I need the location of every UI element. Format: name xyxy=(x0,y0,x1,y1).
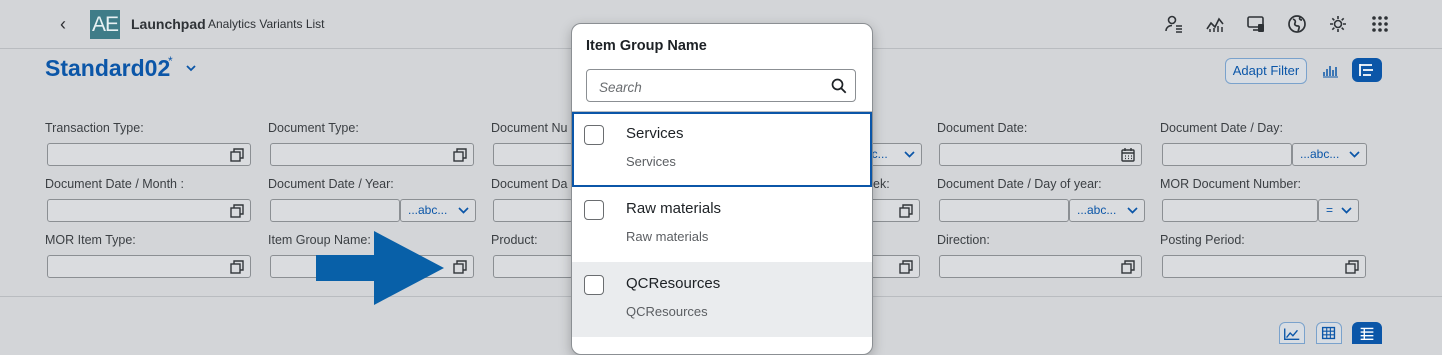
app-grid-icon[interactable] xyxy=(1370,14,1390,34)
document-date-partial-label: Document Da xyxy=(491,177,568,191)
product-label: Product: xyxy=(491,233,538,247)
chevron-down-icon xyxy=(1341,207,1352,214)
chevron-down-icon xyxy=(904,151,915,158)
adapt-filter-button[interactable]: Adapt Filter xyxy=(1225,58,1307,84)
checkbox[interactable] xyxy=(584,275,604,295)
variant-modified-marker: * xyxy=(168,54,173,68)
checkbox[interactable] xyxy=(584,200,604,220)
document-date-month-label: Document Date / Month : xyxy=(45,177,184,191)
list-item-title: QCResources xyxy=(626,275,721,292)
globe-icon[interactable] xyxy=(1287,14,1307,34)
value-help-icon[interactable] xyxy=(230,260,244,274)
item-group-name-popover: Item Group Name Services Services Raw ma… xyxy=(571,23,873,355)
document-date-year-input[interactable] xyxy=(270,199,400,222)
chart-view-icon[interactable] xyxy=(1279,322,1305,344)
chevron-down-icon xyxy=(1349,151,1360,158)
week-partial-label: ek: xyxy=(873,177,890,191)
chevron-down-icon[interactable] xyxy=(184,61,198,75)
list-item[interactable]: QCResources QCResources xyxy=(572,262,872,337)
value-help-icon[interactable] xyxy=(230,148,244,162)
document-date-day-of-year-input[interactable] xyxy=(939,199,1069,222)
user-settings-icon[interactable] xyxy=(1164,14,1184,34)
value-help-icon[interactable] xyxy=(453,260,467,274)
list-item-description: Raw materials xyxy=(626,229,709,244)
checkbox[interactable] xyxy=(584,125,604,145)
mor-document-number-input[interactable] xyxy=(1162,199,1318,222)
mor-item-type-input[interactable] xyxy=(47,255,251,278)
list-item[interactable]: Raw materials Raw materials xyxy=(572,187,872,262)
value-help-icon[interactable] xyxy=(899,204,913,218)
document-number-input[interactable] xyxy=(493,143,573,166)
operator-label: ...abc... xyxy=(408,203,448,217)
table-view-icon[interactable] xyxy=(1316,322,1342,344)
value-help-icon[interactable] xyxy=(453,148,467,162)
direction-label: Direction: xyxy=(937,233,990,247)
app-logo[interactable]: AE xyxy=(90,10,120,39)
operator-select[interactable]: ...abc... xyxy=(1292,143,1367,166)
list-item-title: Raw materials xyxy=(626,200,722,217)
operator-select[interactable]: ...abc... xyxy=(1069,199,1145,222)
value-help-icon[interactable] xyxy=(230,204,244,218)
document-date-day-of-year-label: Document Date / Day of year: xyxy=(937,177,1102,191)
search-input[interactable] xyxy=(597,76,821,98)
document-number-label: Document Nu xyxy=(491,121,568,135)
visual-filter-icon[interactable] xyxy=(1316,58,1344,82)
operator-label: ...abc... xyxy=(1077,203,1117,217)
product-input[interactable] xyxy=(493,255,573,278)
document-date-input[interactable] xyxy=(939,143,1142,166)
operator-select[interactable]: ...abc... xyxy=(400,199,476,222)
posting-period-input[interactable] xyxy=(1162,255,1366,278)
popover-title: Item Group Name xyxy=(586,38,707,54)
chevron-down-icon xyxy=(1127,207,1138,214)
list-item-description: Services xyxy=(626,154,676,169)
transaction-type-label: Transaction Type: xyxy=(45,121,144,135)
list-item-title: Services xyxy=(626,125,684,142)
search-icon[interactable] xyxy=(831,78,847,94)
document-date-day-input[interactable] xyxy=(1162,143,1292,166)
direction-input[interactable] xyxy=(939,255,1142,278)
chart-table-view-icon[interactable] xyxy=(1352,322,1382,344)
app-subtitle: Analytics Variants List xyxy=(208,17,325,31)
mor-item-type-label: MOR Item Type: xyxy=(45,233,136,247)
transaction-type-input[interactable] xyxy=(47,143,251,166)
document-date-label: Document Date: xyxy=(937,121,1028,135)
operator-label: = xyxy=(1326,203,1334,217)
app-title[interactable]: Launchpad xyxy=(131,16,206,32)
back-button[interactable]: ‹ xyxy=(52,12,74,36)
operator-label: ...abc... xyxy=(1300,147,1340,161)
value-help-icon[interactable] xyxy=(1345,260,1359,274)
document-date-month-input[interactable] xyxy=(47,199,251,222)
variant-title[interactable]: Standard02 xyxy=(45,55,170,82)
analytics-icon[interactable] xyxy=(1205,14,1225,34)
posting-period-label: Posting Period: xyxy=(1160,233,1245,247)
theme-icon[interactable] xyxy=(1328,14,1348,34)
document-date-partial-input[interactable] xyxy=(493,199,573,222)
pointer-arrow xyxy=(316,231,444,305)
list-item-description: QCResources xyxy=(626,304,708,319)
chevron-down-icon xyxy=(458,207,469,214)
document-type-input[interactable] xyxy=(270,143,474,166)
calendar-icon[interactable] xyxy=(1121,148,1135,162)
screen-share-icon[interactable] xyxy=(1246,14,1266,34)
value-help-icon[interactable] xyxy=(1121,260,1135,274)
value-help-icon[interactable] xyxy=(899,260,913,274)
search-field[interactable] xyxy=(586,69,856,102)
operator-select[interactable]: = xyxy=(1318,199,1359,222)
list-item[interactable]: Services Services xyxy=(572,112,872,187)
mor-document-number-label: MOR Document Number: xyxy=(1160,177,1302,191)
document-type-label: Document Type: xyxy=(268,121,359,135)
document-date-day-label: Document Date / Day: xyxy=(1160,121,1283,135)
document-date-year-label: Document Date / Year: xyxy=(268,177,394,191)
compact-filter-icon[interactable] xyxy=(1352,58,1382,82)
